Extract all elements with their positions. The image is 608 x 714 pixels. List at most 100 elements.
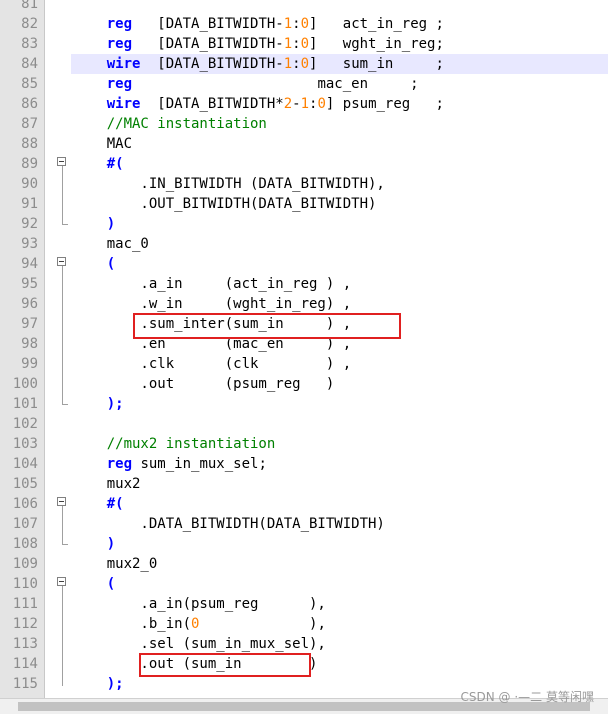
code-line[interactable]: 104 reg sum_in_mux_sel; bbox=[0, 454, 608, 474]
fold-toggle-icon[interactable] bbox=[57, 257, 66, 266]
code-line[interactable]: 94 ( bbox=[0, 254, 608, 274]
code-text: .OUT_BITWIDTH(DATA_BITWIDTH) bbox=[71, 194, 608, 214]
code-line[interactable]: 102 bbox=[0, 414, 608, 434]
code-line[interactable]: 99 .clk (clk ) , bbox=[0, 354, 608, 374]
number-token: 1 bbox=[283, 36, 293, 52]
code-text: reg sum_in_mux_sel; bbox=[71, 454, 608, 474]
keyword-token: reg bbox=[106, 36, 133, 52]
code-token: .w_in (wght_in_reg) , bbox=[73, 296, 352, 312]
keyword-token: ) bbox=[106, 216, 116, 232]
line-number: 87 bbox=[21, 116, 38, 132]
code-line[interactable]: 87 //MAC instantiation bbox=[0, 114, 608, 134]
code-text: mux2_0 bbox=[71, 554, 608, 574]
fold-toggle-icon[interactable] bbox=[57, 157, 66, 166]
code-line[interactable]: 101 ); bbox=[0, 394, 608, 414]
number-token: 1 bbox=[283, 56, 293, 72]
keyword-token: ) bbox=[106, 536, 116, 552]
code-line[interactable]: 111 .a_in(psum_reg ), bbox=[0, 594, 608, 614]
code-line[interactable]: 90 .IN_BITWIDTH (DATA_BITWIDTH), bbox=[0, 174, 608, 194]
line-number: 98 bbox=[21, 336, 38, 352]
code-line[interactable]: 83 reg [DATA_BITWIDTH-1:0] wght_in_reg; bbox=[0, 34, 608, 54]
code-text: .b_in(0 ), bbox=[71, 614, 608, 634]
line-number: 85 bbox=[21, 76, 38, 92]
number-token: 1 bbox=[283, 16, 293, 32]
code-line[interactable]: 95 .a_in (act_in_reg ) , bbox=[0, 274, 608, 294]
code-token: ), bbox=[199, 616, 326, 632]
code-line[interactable]: 105 mux2 bbox=[0, 474, 608, 494]
code-token: .a_in(psum_reg ), bbox=[73, 596, 326, 612]
code-text: .out (psum_reg ) bbox=[71, 374, 608, 394]
number-token: 0 bbox=[317, 96, 326, 112]
code-line[interactable]: 82 reg [DATA_BITWIDTH-1:0] act_in_reg ; bbox=[0, 14, 608, 34]
code-line[interactable]: 113 .sel (sum_in_mux_sel), bbox=[0, 634, 608, 654]
code-editor[interactable]: 81 82 reg [DATA_BITWIDTH-1:0] act_in_reg … bbox=[0, 0, 608, 698]
code-text: .clk (clk ) , bbox=[71, 354, 608, 374]
code-line[interactable]: 96 .w_in (wght_in_reg) , bbox=[0, 294, 608, 314]
code-token: [DATA_BITWIDTH* bbox=[140, 96, 284, 112]
code-token: : bbox=[292, 36, 301, 52]
code-text: .DATA_BITWIDTH(DATA_BITWIDTH) bbox=[71, 514, 608, 534]
code-text: #( bbox=[71, 494, 608, 514]
code-text: ); bbox=[71, 394, 608, 414]
code-token: .b_in( bbox=[73, 616, 192, 632]
keyword-token: wire bbox=[106, 56, 141, 72]
fold-guide bbox=[62, 266, 63, 404]
watermark: CSDN @ ·—二 莫等闲嘿 bbox=[460, 690, 594, 704]
line-number: 109 bbox=[12, 556, 38, 572]
code-line[interactable]: 100 .out (psum_reg ) bbox=[0, 374, 608, 394]
code-line[interactable]: 92 ) bbox=[0, 214, 608, 234]
code-line[interactable]: 107 .DATA_BITWIDTH(DATA_BITWIDTH) bbox=[0, 514, 608, 534]
code-line[interactable]: 91 .OUT_BITWIDTH(DATA_BITWIDTH) bbox=[0, 194, 608, 214]
line-number: 95 bbox=[21, 276, 38, 292]
code-line[interactable]: 84 wire [DATA_BITWIDTH-1:0] sum_in ; bbox=[0, 54, 608, 74]
number-token: 0 bbox=[300, 36, 310, 52]
line-number: 86 bbox=[21, 96, 38, 112]
code-line[interactable]: 85 reg mac_en ; bbox=[0, 74, 608, 94]
code-line[interactable]: 103 //mux2 instantiation bbox=[0, 434, 608, 454]
code-line[interactable]: 81 bbox=[0, 0, 608, 14]
line-number: 105 bbox=[12, 476, 38, 492]
fold-end-marker bbox=[62, 544, 68, 545]
code-token: .out (psum_reg ) bbox=[73, 376, 335, 392]
code-text: reg [DATA_BITWIDTH-1:0] wght_in_reg; bbox=[71, 34, 608, 54]
keyword-token: ); bbox=[106, 396, 124, 412]
code-line[interactable]: 108 ) bbox=[0, 534, 608, 554]
code-line[interactable]: 86 wire [DATA_BITWIDTH*2-1:0] psum_reg ; bbox=[0, 94, 608, 114]
code-line[interactable]: 89 #( bbox=[0, 154, 608, 174]
line-number: 83 bbox=[21, 36, 38, 52]
code-line[interactable]: 93 mac_0 bbox=[0, 234, 608, 254]
code-token: mux2_0 bbox=[73, 556, 158, 572]
code-text: ) bbox=[71, 214, 608, 234]
fold-toggle-icon[interactable] bbox=[57, 577, 66, 586]
code-line[interactable]: 88 MAC bbox=[0, 134, 608, 154]
code-line[interactable]: 112 .b_in(0 ), bbox=[0, 614, 608, 634]
line-number: 115 bbox=[12, 676, 38, 692]
code-token: mac_en ; bbox=[132, 76, 419, 92]
code-token: sum_in_mux_sel; bbox=[132, 456, 267, 472]
fold-toggle-icon[interactable] bbox=[57, 497, 66, 506]
annotation-box-out-sum-in bbox=[139, 653, 311, 677]
code-line[interactable]: 109 mux2_0 bbox=[0, 554, 608, 574]
number-token: 2 bbox=[283, 96, 293, 112]
comment-token: //mux2 instantiation bbox=[106, 436, 276, 452]
code-line[interactable]: 110 ( bbox=[0, 574, 608, 594]
code-text: //MAC instantiation bbox=[71, 114, 608, 134]
line-number: 113 bbox=[12, 636, 38, 652]
code-token: ] act_in_reg ; bbox=[309, 16, 444, 32]
fold-guide bbox=[62, 506, 63, 544]
code-text: mux2 bbox=[71, 474, 608, 494]
code-token: .IN_BITWIDTH (DATA_BITWIDTH), bbox=[73, 176, 385, 192]
code-line[interactable]: 106 #( bbox=[0, 494, 608, 514]
line-number: 96 bbox=[21, 296, 38, 312]
fold-guide bbox=[62, 586, 63, 686]
line-number: 99 bbox=[21, 356, 38, 372]
line-number: 82 bbox=[21, 16, 38, 32]
